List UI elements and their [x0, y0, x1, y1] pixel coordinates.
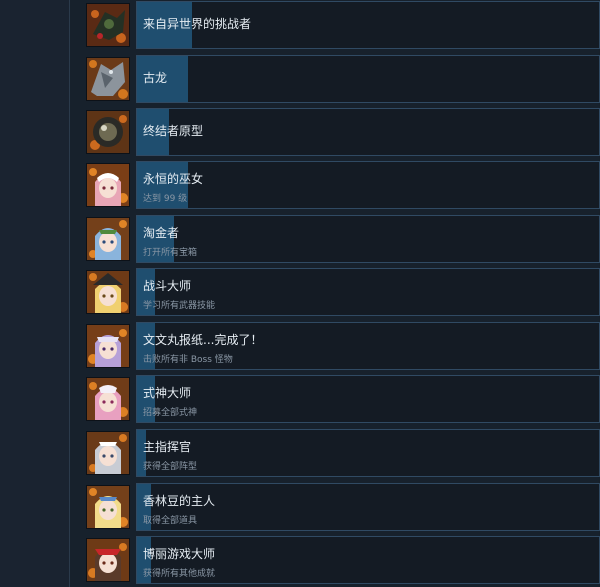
achievement-row[interactable]: 淘金者 打开所有宝箱: [82, 215, 600, 263]
achievement-title: 文文丸报纸...完成了！: [143, 333, 263, 347]
left-sidebar-strip: [0, 0, 70, 587]
achievement-row[interactable]: 香林豆的主人 取得全部道具: [82, 483, 600, 531]
blonde-girl-icon: [86, 485, 130, 529]
achievement-list: 来自异世界的挑战者 古龙 终结者原型 永恒的巫女 达到 99 级 淘金者 打开所…: [70, 0, 600, 587]
achievement-card: 终结者原型: [136, 108, 600, 156]
achievement-description: 达到 99 级: [143, 194, 188, 204]
achievement-description: 击败所有非 Boss 怪物: [143, 355, 233, 365]
dragon-icon: [86, 57, 130, 101]
achievement-title: 淘金者: [143, 226, 180, 240]
achievement-title: 永恒的巫女: [143, 172, 204, 186]
achievement-title: 主指挥官: [143, 440, 192, 454]
achievement-description: 招募全部式神: [143, 408, 198, 418]
achievement-card: 淘金者 打开所有宝箱: [136, 215, 600, 263]
achievement-description: 获得所有其他成就: [143, 569, 216, 579]
achievement-row[interactable]: 文文丸报纸...完成了！ 击败所有非 Boss 怪物: [82, 322, 600, 370]
achievement-title: 式神大师: [143, 386, 192, 400]
monster-dark-icon: [86, 3, 130, 47]
blue-hair-girl-icon: [86, 217, 130, 261]
achievement-description: 打开所有宝箱: [143, 248, 198, 258]
achievement-card: 式神大师 招募全部式神: [136, 375, 600, 423]
achievement-description: 获得全部阵型: [143, 462, 198, 472]
achievement-card: 来自异世界的挑战者: [136, 1, 600, 49]
achievement-row[interactable]: 终结者原型: [82, 108, 600, 156]
red-shrine-maiden-icon: [86, 538, 130, 582]
achievement-card: 古龙: [136, 55, 600, 103]
blonde-witch-icon: [86, 270, 130, 314]
achievement-title: 终结者原型: [143, 124, 204, 138]
achievement-row[interactable]: 来自异世界的挑战者: [82, 1, 600, 49]
achievement-row[interactable]: 永恒的巫女 达到 99 级: [82, 161, 600, 209]
achievement-card: 主指挥官 获得全部阵型: [136, 429, 600, 477]
pink-hair-girl-icon: [86, 377, 130, 421]
achievement-row[interactable]: 式神大师 招募全部式神: [82, 375, 600, 423]
purple-hair-girl-icon: [86, 324, 130, 368]
shrine-maiden-icon: [86, 163, 130, 207]
achievement-title: 来自异世界的挑战者: [143, 17, 252, 31]
achievement-row[interactable]: 战斗大师 学习所有武器技能: [82, 268, 600, 316]
achievement-title: 古龙: [143, 71, 168, 85]
achievement-title: 战斗大师: [143, 279, 192, 293]
achievement-row[interactable]: 主指挥官 获得全部阵型: [82, 429, 600, 477]
achievement-description: 取得全部道具: [143, 516, 198, 526]
achievement-card: 永恒的巫女 达到 99 级: [136, 161, 600, 209]
achievement-row[interactable]: 博丽游戏大师 获得所有其他成就: [82, 536, 600, 584]
achievement-title: 香林豆的主人: [143, 494, 216, 508]
achievement-title: 博丽游戏大师: [143, 547, 216, 561]
achievement-card: 文文丸报纸...完成了！ 击败所有非 Boss 怪物: [136, 322, 600, 370]
robot-orb-icon: [86, 110, 130, 154]
achievement-row[interactable]: 古龙: [82, 55, 600, 103]
achievement-description: 学习所有武器技能: [143, 301, 216, 311]
silver-hair-maid-icon: [86, 431, 130, 475]
achievement-card: 战斗大师 学习所有武器技能: [136, 268, 600, 316]
achievement-card: 香林豆的主人 取得全部道具: [136, 483, 600, 531]
achievement-card: 博丽游戏大师 获得所有其他成就: [136, 536, 600, 584]
